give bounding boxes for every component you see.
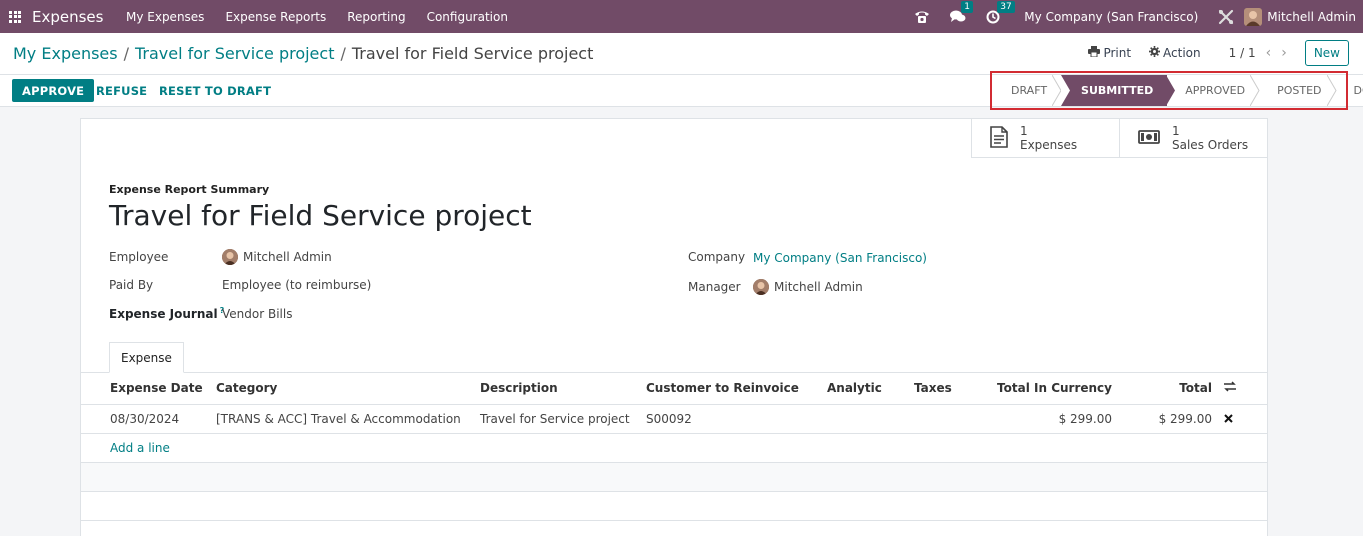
- expense-journal-label: Expense Journal?: [109, 306, 224, 321]
- table-header-row: Expense Date Category Description Custom…: [81, 373, 1267, 405]
- pager-value[interactable]: 1 / 1: [1229, 46, 1256, 60]
- activities-badge: 37: [997, 0, 1015, 13]
- messages-badge: 1: [961, 0, 974, 13]
- activities-clock-icon[interactable]: 37: [986, 0, 1015, 24]
- col-total-currency[interactable]: Total In Currency: [968, 373, 1118, 405]
- cell-description[interactable]: Travel for Service project: [474, 404, 640, 434]
- breadcrumb: My Expenses / Travel for Service project…: [13, 44, 593, 63]
- employee-avatar: [222, 249, 238, 265]
- cell-customer[interactable]: S00092: [640, 404, 821, 434]
- smart-buttons: 1 Expenses 1 Sales Orders: [971, 119, 1267, 158]
- user-avatar[interactable]: [1244, 7, 1263, 26]
- company-switcher[interactable]: My Company (San Francisco): [1024, 10, 1198, 24]
- paid-by-value[interactable]: Employee (to reimburse): [222, 278, 371, 292]
- col-analytic[interactable]: Analytic: [821, 373, 908, 405]
- table-row[interactable]: 08/30/2024 [TRANS & ACC] Travel & Accomm…: [81, 404, 1267, 434]
- employee-field[interactable]: Mitchell Admin: [222, 249, 332, 265]
- expenses-count: 1: [1020, 124, 1028, 138]
- top-navbar: Expenses My Expenses Expense Reports Rep…: [0, 0, 1363, 33]
- sales-orders-count: 1: [1172, 124, 1180, 138]
- manager-value: Mitchell Admin: [774, 280, 863, 294]
- col-expense-date[interactable]: Expense Date: [81, 373, 210, 405]
- employee-value: Mitchell Admin: [243, 250, 332, 264]
- manager-field[interactable]: Mitchell Admin: [753, 279, 863, 295]
- cell-total[interactable]: $ 299.00: [1118, 404, 1218, 434]
- col-description[interactable]: Description: [474, 373, 640, 405]
- expense-journal-label-text: Expense Journal: [109, 307, 218, 321]
- phone-icon[interactable]: [914, 10, 930, 24]
- apps-menu-icon[interactable]: [9, 10, 21, 23]
- action-label: Action: [1163, 46, 1201, 60]
- approve-button[interactable]: APPROVE: [12, 79, 95, 102]
- menu-expense-reports[interactable]: Expense Reports: [225, 10, 326, 24]
- reset-to-draft-button[interactable]: RESET TO DRAFT: [159, 79, 271, 102]
- cell-delete: [1218, 404, 1267, 434]
- expense-lines-table: Expense Date Category Description Custom…: [81, 373, 1267, 521]
- menu-reporting[interactable]: Reporting: [347, 10, 405, 24]
- delete-row-icon[interactable]: [1224, 412, 1233, 426]
- manager-label: Manager: [688, 280, 741, 294]
- report-title[interactable]: Travel for Field Service project: [109, 199, 532, 232]
- gear-icon: [1149, 46, 1161, 60]
- breadcrumb-separator: /: [123, 44, 129, 63]
- breadcrumb-separator: /: [340, 44, 346, 63]
- refuse-button[interactable]: REFUSE: [96, 79, 147, 102]
- add-line-link[interactable]: Add a line: [110, 441, 170, 455]
- form-sheet: 1 Expenses 1 Sales Orders Expense Report…: [80, 118, 1268, 536]
- menu-configuration[interactable]: Configuration: [427, 10, 508, 24]
- col-total[interactable]: Total: [1118, 373, 1218, 405]
- col-customer-reinvoice[interactable]: Customer to Reinvoice: [640, 373, 821, 405]
- menu-my-expenses[interactable]: My Expenses: [126, 10, 204, 24]
- employee-label: Employee: [109, 250, 169, 264]
- tab-expense[interactable]: Expense: [109, 342, 184, 373]
- breadcrumb-my-expenses[interactable]: My Expenses: [13, 44, 118, 63]
- cell-total-currency[interactable]: $ 299.00: [968, 404, 1118, 434]
- action-button[interactable]: Action: [1149, 46, 1201, 60]
- stage-done-label: DONE: [1353, 84, 1363, 97]
- print-icon: [1088, 46, 1101, 60]
- print-button[interactable]: Print: [1088, 46, 1131, 60]
- company-label: Company: [688, 250, 746, 264]
- user-name[interactable]: Mitchell Admin: [1267, 10, 1356, 24]
- cell-date[interactable]: 08/30/2024: [81, 404, 210, 434]
- empty-row: [81, 462, 1267, 492]
- breadcrumb-travel-service[interactable]: Travel for Service project: [135, 44, 334, 63]
- sales-orders-label: Sales Orders: [1172, 138, 1249, 152]
- add-line-row: Add a line: [81, 433, 1267, 463]
- highlight-box: [990, 71, 1348, 110]
- paid-by-label: Paid By: [109, 278, 154, 292]
- debug-tools-icon[interactable]: [1218, 9, 1234, 25]
- print-label: Print: [1103, 46, 1132, 60]
- col-taxes[interactable]: Taxes: [908, 373, 968, 405]
- summary-label: Expense Report Summary: [109, 183, 270, 196]
- expenses-smart-button[interactable]: 1 Expenses: [971, 119, 1119, 158]
- manager-avatar: [753, 279, 769, 295]
- pager-next-icon[interactable]: ›: [1281, 45, 1287, 61]
- control-panel: My Expenses / Travel for Service project…: [0, 33, 1363, 75]
- money-icon: [1138, 129, 1160, 147]
- expenses-label: Expenses: [1020, 138, 1078, 152]
- cell-taxes[interactable]: [908, 404, 968, 434]
- company-value[interactable]: My Company (San Francisco): [753, 251, 927, 265]
- cell-analytic[interactable]: [821, 404, 908, 434]
- pager-previous-icon[interactable]: ‹: [1266, 45, 1272, 61]
- col-settings: [1218, 373, 1267, 405]
- new-button[interactable]: New: [1304, 40, 1349, 66]
- receipt-icon: [990, 125, 1008, 151]
- empty-row: [81, 491, 1267, 521]
- column-options-icon[interactable]: [1224, 381, 1236, 395]
- col-category[interactable]: Category: [210, 373, 474, 405]
- expense-journal-value[interactable]: Vendor Bills: [222, 307, 292, 321]
- breadcrumb-current: Travel for Field Service project: [351, 44, 594, 63]
- app-name[interactable]: Expenses: [32, 8, 103, 26]
- messages-icon[interactable]: 1: [950, 0, 974, 24]
- sales-orders-smart-button[interactable]: 1 Sales Orders: [1119, 119, 1267, 158]
- cell-category[interactable]: [TRANS & ACC] Travel & Accommodation: [210, 404, 474, 434]
